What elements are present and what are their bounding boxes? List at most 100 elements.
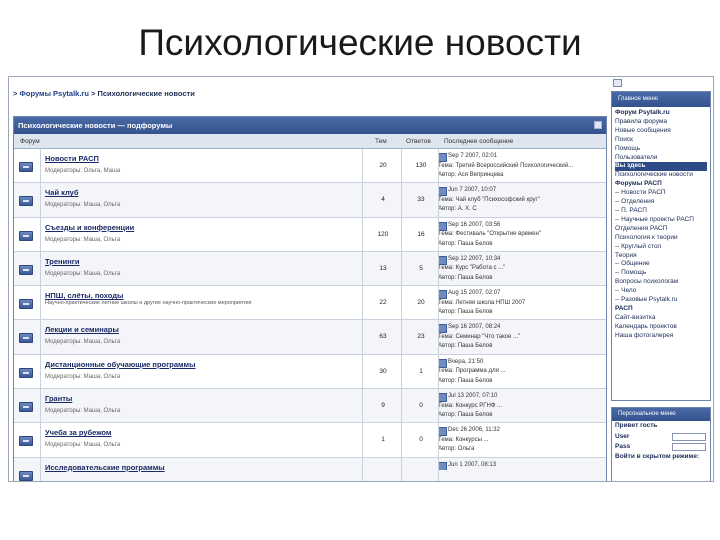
forum-moderators[interactable]: Модераторы: Маша, Ольга xyxy=(45,202,120,208)
menu-item[interactable]: Новые сообщения xyxy=(615,127,707,136)
forum-moderators[interactable]: Модераторы: Маша, Ольга xyxy=(45,374,120,380)
menu-item[interactable]: Отделения РАСП xyxy=(615,225,707,234)
forum-description: Научно-практические летние школы и други… xyxy=(45,300,252,307)
menu-item[interactable]: Форумы РАСП xyxy=(615,180,707,189)
last-post-date[interactable]: Jun 1 2007, 08:13 xyxy=(438,461,606,471)
last-post-date[interactable]: Sep 16 2007, 08:24 xyxy=(438,323,606,333)
forum-icon xyxy=(19,196,33,207)
last-post-topic[interactable]: Тема: Фестиваль "Открытие времен" xyxy=(438,230,606,240)
forum-name-link[interactable]: Исследовательские программы xyxy=(45,463,165,472)
forum-row[interactable]: Тренинги Модераторы: Маша, Ольга 13 5 Sep 12… xyxy=(14,251,606,287)
forum-row[interactable]: Чай клуб Модераторы: Маша, Ольга 4 33 Jun 7 … xyxy=(14,183,606,218)
hidden-login-label[interactable]: Войти в скрытом режиме: xyxy=(612,453,710,461)
collapse-icon[interactable] xyxy=(594,121,602,129)
forum-row[interactable]: Новости РАСП Модераторы: Ольга, Маша 20 130… xyxy=(14,149,606,184)
last-post-author[interactable]: Автор: Паша Белов xyxy=(438,308,606,318)
menu-item[interactable]: Психология к теории xyxy=(615,234,707,243)
last-post-author[interactable]: Автор: Ольга xyxy=(438,445,606,455)
last-post-author[interactable]: Автор: Паша Белов xyxy=(438,411,606,421)
last-post-topic[interactable]: Тема: Программа для ... xyxy=(438,367,606,377)
last-post-author[interactable]: Автор: Паша Белов xyxy=(438,377,606,387)
last-post-topic[interactable]: Тема: Третий Всероссийский Психологическ… xyxy=(438,162,606,172)
last-post-author[interactable]: Автор: Паша Белов xyxy=(438,274,606,284)
menu-item[interactable]: -- Научные проекты РАСП xyxy=(615,216,707,225)
menu-item[interactable]: -- П. РАСП xyxy=(615,207,707,216)
forum-row[interactable]: Гранты Модераторы: Маша, Ольга 9 0 Jul 13 20… xyxy=(14,389,606,424)
last-post-date[interactable]: Jun 7 2007, 10:07 xyxy=(438,186,606,196)
menu-item[interactable]: -- Новости РАСП xyxy=(615,189,707,198)
last-post-topic[interactable]: Тема: Курс "Работа с ..." xyxy=(438,264,606,274)
forum-row[interactable]: Лекции и семинары Модераторы: Маша, Ольга… xyxy=(14,320,606,355)
menu-item[interactable]: Пользователи xyxy=(615,154,707,163)
forum-row[interactable]: Съезды и конференции Модераторы: Маша, Ол… xyxy=(14,218,606,252)
breadcrumb-root-link[interactable]: Форумы Psytalk.ru xyxy=(19,89,88,98)
last-post-date[interactable]: Вчера, 21:50 xyxy=(438,358,606,368)
breadcrumb-separator: > xyxy=(91,89,96,98)
menu-item[interactable]: Календарь проектов xyxy=(615,323,707,332)
last-post-date[interactable]: Jul 13 2007, 07:10 xyxy=(438,392,606,402)
column-forum[interactable]: Форум xyxy=(20,134,40,149)
last-post-topic[interactable]: Тема: Летняя школа НПШ 2007 xyxy=(438,299,606,309)
main-menu-title: Главное меню xyxy=(612,92,710,107)
last-post-topic[interactable]: Тема: Конкурс РГНФ ... xyxy=(438,402,606,412)
last-post-author[interactable]: Автор: Паша Белов xyxy=(438,342,606,352)
forum-moderators[interactable]: Модераторы: Маша, Ольга xyxy=(45,237,120,243)
last-post-date[interactable]: Sep 12 2007, 10:34 xyxy=(438,255,606,265)
column-topics[interactable]: Тем xyxy=(375,134,387,149)
forum-name-link[interactable]: Лекции и семинары xyxy=(45,325,119,334)
column-replies[interactable]: Ответов xyxy=(406,134,431,149)
forum-name-link[interactable]: Тренинги xyxy=(45,257,79,266)
forum-name-link[interactable]: Гранты xyxy=(45,394,72,403)
forum-row[interactable]: Дистанционные обучающие программы Модерат… xyxy=(14,355,606,390)
user-input[interactable] xyxy=(672,432,706,441)
forum-moderators[interactable]: Модераторы: Ольга, Маша xyxy=(45,168,120,174)
forum-name-link[interactable]: Новости РАСП xyxy=(45,154,99,163)
last-post-author[interactable]: Автор: Ася Вепринцева xyxy=(438,171,606,181)
breadcrumb: > Форумы Psytalk.ru > Психологические но… xyxy=(13,89,195,98)
last-post-date[interactable]: Dec 26 2006, 11:32 xyxy=(438,426,606,436)
forum-name-link[interactable]: НПШ, слёты, походы xyxy=(45,291,123,300)
forum-moderators[interactable]: Модераторы: Маша, Ольга xyxy=(45,339,120,345)
last-post-author[interactable]: Автор: Паша Белов xyxy=(438,240,606,250)
menu-item[interactable]: Наша фотогалерея xyxy=(615,332,707,341)
forum-name-link[interactable]: Учеба за рубежом xyxy=(45,428,111,437)
forum-name-link[interactable]: Чай клуб xyxy=(45,188,78,197)
forum-name-link[interactable]: Съезды и конференции xyxy=(45,223,134,232)
forum-moderators[interactable]: Модераторы: Маша, Ольга xyxy=(45,271,120,277)
forum-moderators[interactable]: Модераторы: Маша, Ольга xyxy=(45,442,120,448)
last-post-topic[interactable]: Тема: Чай клуб "Психософский круг" xyxy=(438,196,606,206)
menu-item[interactable]: Правила форума xyxy=(615,118,707,127)
last-post-author[interactable]: Автор: А. Х. С xyxy=(438,205,606,215)
topics-count: 1 xyxy=(381,436,385,444)
last-post-date[interactable]: Aug 15 2007, 02:07 xyxy=(438,289,606,299)
menu-item[interactable]: -- Круглый стол xyxy=(615,243,707,252)
menu-item[interactable]: Вы здесь xyxy=(615,162,707,172)
password-input[interactable] xyxy=(672,443,706,451)
forum-name-link[interactable]: Дистанционные обучающие программы xyxy=(45,360,196,369)
last-post-topic[interactable]: Тема: Семинар "Что такое ..." xyxy=(438,333,606,343)
last-post-date[interactable]: Sep 16 2007, 03:56 xyxy=(438,221,606,231)
menu-item[interactable]: Психологические новости xyxy=(615,171,707,180)
last-post-topic[interactable]: Тема: Конкурсы ... xyxy=(438,436,606,446)
forum-icon xyxy=(19,402,33,413)
menu-item[interactable]: Форум Psytalk.ru xyxy=(615,109,707,118)
menu-item[interactable]: -- Чело xyxy=(615,287,707,296)
forum-row[interactable]: Учеба за рубежом Модераторы: Маша, Ольга 1… xyxy=(14,423,606,458)
menu-item[interactable]: -- Общение xyxy=(615,260,707,269)
last-post-date[interactable]: Sep 7 2007, 02:01 xyxy=(438,152,606,162)
menu-item[interactable]: Теория xyxy=(615,252,707,261)
forum-row[interactable]: Исследовательские программы Jun 1 2007, 0… xyxy=(14,457,606,481)
menu-item[interactable]: Помощь xyxy=(615,145,707,154)
column-last-post[interactable]: Последнее сообщение xyxy=(444,134,513,149)
window-control-icon[interactable] xyxy=(613,79,622,87)
menu-item[interactable]: Вопросы психологам xyxy=(615,278,707,287)
menu-item[interactable]: Поиск xyxy=(615,136,707,145)
menu-item[interactable]: РАСП xyxy=(615,305,707,314)
forum-moderators[interactable]: Модераторы: Маша, Ольга xyxy=(45,408,120,414)
menu-item[interactable]: Сайт-визитка xyxy=(615,314,707,323)
forum-row[interactable]: НПШ, слёты, походы Научно-практические ле… xyxy=(14,286,606,321)
topics-count: 4 xyxy=(381,196,385,204)
menu-item[interactable]: -- Отделения xyxy=(615,198,707,207)
menu-item[interactable]: -- Разовые Psytalk.ru xyxy=(615,296,707,305)
menu-item[interactable]: -- Помощь xyxy=(615,269,707,278)
